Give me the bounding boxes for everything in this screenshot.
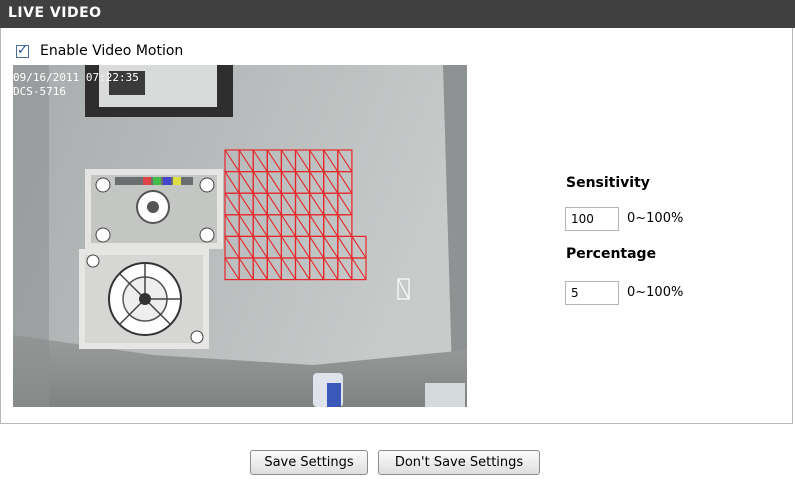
enable-motion-label[interactable]: Enable Video Motion <box>40 43 183 59</box>
video-timestamp: 09/16/2011 07:22:35 <box>13 71 139 84</box>
percentage-input[interactable] <box>565 281 619 305</box>
sensitivity-label: Sensitivity <box>566 175 650 191</box>
video-frame: 09/16/2011 07:22:35 DCS-5716 <box>13 65 467 407</box>
enable-motion-checkbox[interactable] <box>16 43 29 58</box>
sensitivity-input[interactable] <box>565 207 619 231</box>
enable-motion-row: Enable Video Motion <box>16 41 183 61</box>
section-title: LIVE VIDEO <box>8 5 102 21</box>
save-settings-button[interactable]: Save Settings <box>250 450 368 475</box>
test-chart-upper <box>85 169 223 249</box>
sensitivity-range: 0~100% <box>627 211 684 226</box>
test-chart-lower <box>79 249 209 349</box>
dont-save-settings-button[interactable]: Don't Save Settings <box>378 450 540 475</box>
live-video-view[interactable]: 09/16/2011 07:22:35 DCS-5716 <box>13 65 467 407</box>
video-camera-id: DCS-5716 <box>13 85 66 98</box>
section-header: LIVE VIDEO <box>0 0 795 28</box>
percentage-range: 0~100% <box>627 285 684 300</box>
percentage-label: Percentage <box>566 246 657 262</box>
